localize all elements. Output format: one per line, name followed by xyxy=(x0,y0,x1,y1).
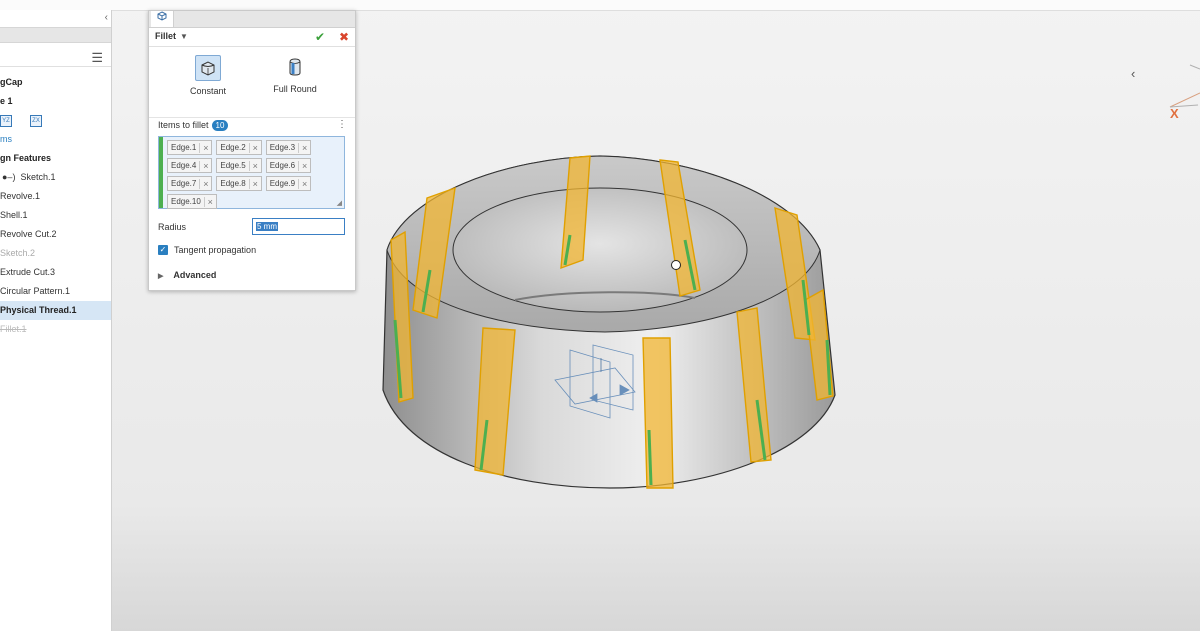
tree-item-sketch-2[interactable]: Sketch.2 xyxy=(0,244,111,263)
remove-x-icon[interactable]: × xyxy=(248,178,261,189)
fillet-groove[interactable] xyxy=(642,337,674,489)
constant-label: Constant xyxy=(189,86,227,96)
edge-chip[interactable]: Edge.7 × xyxy=(167,176,213,191)
constant-fillet-icon xyxy=(195,55,221,81)
remove-x-icon[interactable]: × xyxy=(248,142,261,153)
tree-item-fillet-1[interactable]: Fillet.1 xyxy=(0,320,111,339)
remove-x-icon[interactable]: × xyxy=(298,160,310,171)
resize-grip-icon[interactable]: ◢ xyxy=(337,199,342,207)
tree-item-physical-thread-1[interactable]: Physical Thread.1 xyxy=(0,301,111,320)
edge-chip-label: Edge.10 xyxy=(171,197,201,206)
edge-chip[interactable]: Edge.5 × xyxy=(216,158,262,173)
caret-right-icon: ▶ xyxy=(158,273,164,280)
selection-active-bar xyxy=(159,137,163,208)
feature-tree: gCap e 1 YZ ZX ms gn Features ●‒) Sketch… xyxy=(0,73,111,339)
tree-item-part[interactable]: gCap xyxy=(0,73,111,92)
edge-chip-label: Edge.5 xyxy=(220,161,246,170)
edge-chip-label: Edge.4 xyxy=(171,161,197,170)
edge-chip-label: Edge.3 xyxy=(269,143,296,152)
items-count-badge: 10 xyxy=(211,120,229,131)
edge-chip[interactable]: Edge.1 × xyxy=(167,140,213,155)
panel-header-strip xyxy=(0,27,111,43)
ok-check-icon[interactable]: ✔ xyxy=(315,30,325,44)
edge-chip-label: Edge.1 xyxy=(171,143,197,152)
remove-x-icon[interactable]: × xyxy=(199,160,211,171)
feature-tree-panel: ‹ ☰ gCap e 1 YZ ZX ms gn Features ●‒) Sk… xyxy=(0,10,112,631)
tree-item-revolve-cut-2[interactable]: Revolve Cut.2 xyxy=(0,225,111,244)
edge-chip-label: Edge.6 xyxy=(269,161,296,170)
edge-chip[interactable]: Edge.10 × xyxy=(167,194,217,209)
dialog-title[interactable]: Fillet ▼ xyxy=(155,31,188,41)
advanced-section-toggle[interactable]: ▶ Advanced xyxy=(158,270,216,280)
selected-edge[interactable] xyxy=(647,429,653,486)
edge-chip[interactable]: Edge.2 × xyxy=(216,140,262,155)
fillet-dialog: Fillet ▼ ✔ ✖ Constant Full Round Items to… xyxy=(148,10,356,291)
tree-item-sketch-1[interactable]: ●‒) Sketch.1 xyxy=(0,168,111,187)
tangent-propagation-row[interactable]: ✓ Tangent propagation xyxy=(158,245,256,255)
collapse-panel-icon[interactable]: ‹ xyxy=(105,12,108,23)
yz-plane-icon[interactable]: YZ xyxy=(0,114,12,127)
remove-x-icon[interactable]: × xyxy=(203,196,216,207)
dialog-header: Fillet ▼ ✔ ✖ xyxy=(149,28,355,47)
constant-option[interactable]: Constant xyxy=(177,55,239,96)
full-round-option[interactable]: Full Round xyxy=(265,55,325,94)
zx-plane-icon[interactable]: ZX xyxy=(30,114,42,127)
edge-chip-label: Edge.9 xyxy=(269,179,296,188)
radius-value: 5 mm xyxy=(256,222,278,231)
remove-x-icon[interactable]: × xyxy=(248,160,261,171)
tree-item-label: Sketch.1 xyxy=(20,172,56,182)
edge-chip-label: Edge.8 xyxy=(220,179,246,188)
knob-dish xyxy=(452,187,748,313)
plane-icons-row: YZ ZX xyxy=(0,111,111,130)
edge-chip[interactable]: Edge.8 × xyxy=(216,176,262,191)
edge-chip-label: Edge.2 xyxy=(220,143,246,152)
chevron-down-icon: ▼ xyxy=(180,32,188,41)
tree-item-extrude-cut-3[interactable]: Extrude Cut.3 xyxy=(0,263,111,282)
remove-x-icon[interactable]: × xyxy=(199,178,211,189)
edge-chip[interactable]: Edge.6 × xyxy=(265,158,312,173)
x-axis-label: X xyxy=(1170,106,1179,121)
tree-item-circular-pattern-1[interactable]: Circular Pattern.1 xyxy=(0,282,111,301)
triad-axis-line xyxy=(1189,64,1200,70)
remove-x-icon[interactable]: × xyxy=(298,142,310,153)
items-label-text: Items to fillet xyxy=(158,120,209,130)
remove-x-icon[interactable]: × xyxy=(199,142,211,153)
tree-item-items-link[interactable]: ms xyxy=(0,130,111,149)
tangent-propagation-checkbox[interactable]: ✓ xyxy=(158,245,168,255)
edge-chip-list: Edge.1 × Edge.2 × Edge.3 × Edge.4 × Edge.5 × … xyxy=(167,140,339,209)
panel-divider xyxy=(0,66,111,67)
edge-chip-label: Edge.7 xyxy=(171,179,197,188)
tree-item-shell-1[interactable]: Shell.1 xyxy=(0,206,111,225)
remove-x-icon[interactable]: × xyxy=(298,178,310,189)
radius-input[interactable]: 5 mm xyxy=(252,218,345,235)
advanced-label: Advanced xyxy=(173,270,217,280)
tree-item-revolve-1[interactable]: Revolve.1 xyxy=(0,187,111,206)
dialog-divider xyxy=(149,117,355,118)
edge-chip[interactable]: Edge.4 × xyxy=(167,158,213,173)
edge-chip[interactable]: Edge.3 × xyxy=(265,140,312,155)
feature-properties-tab[interactable] xyxy=(151,11,174,27)
edge-selection-box[interactable]: Edge.1 × Edge.2 × Edge.3 × Edge.4 × Edge.5 × … xyxy=(158,136,345,209)
cancel-x-icon[interactable]: ✖ xyxy=(339,30,349,44)
cube-icon xyxy=(157,11,167,21)
full-round-fillet-icon xyxy=(283,55,307,79)
full-round-label: Full Round xyxy=(273,84,317,94)
tree-item-design-features[interactable]: gn Features xyxy=(0,149,111,168)
selection-point[interactable] xyxy=(671,260,681,270)
view-triad[interactable]: X xyxy=(1150,55,1200,135)
hamburger-menu-icon[interactable]: ☰ xyxy=(91,50,103,66)
items-to-fillet-label: Items to fillet 10 xyxy=(158,120,229,131)
dialog-title-text: Fillet xyxy=(155,31,177,41)
tree-item-body[interactable]: e 1 xyxy=(0,92,111,111)
chevron-left-icon[interactable]: ‹ xyxy=(1131,66,1135,81)
edge-chip[interactable]: Edge.9 × xyxy=(265,176,312,191)
tangent-propagation-label: Tangent propagation xyxy=(174,245,257,255)
radius-label: Radius xyxy=(158,222,187,232)
more-options-icon[interactable]: ⋮ xyxy=(337,119,347,130)
dialog-tab-bar xyxy=(149,11,355,28)
sketch-icon: ●‒) xyxy=(2,172,21,182)
3d-model-viewport[interactable] xyxy=(365,140,845,500)
